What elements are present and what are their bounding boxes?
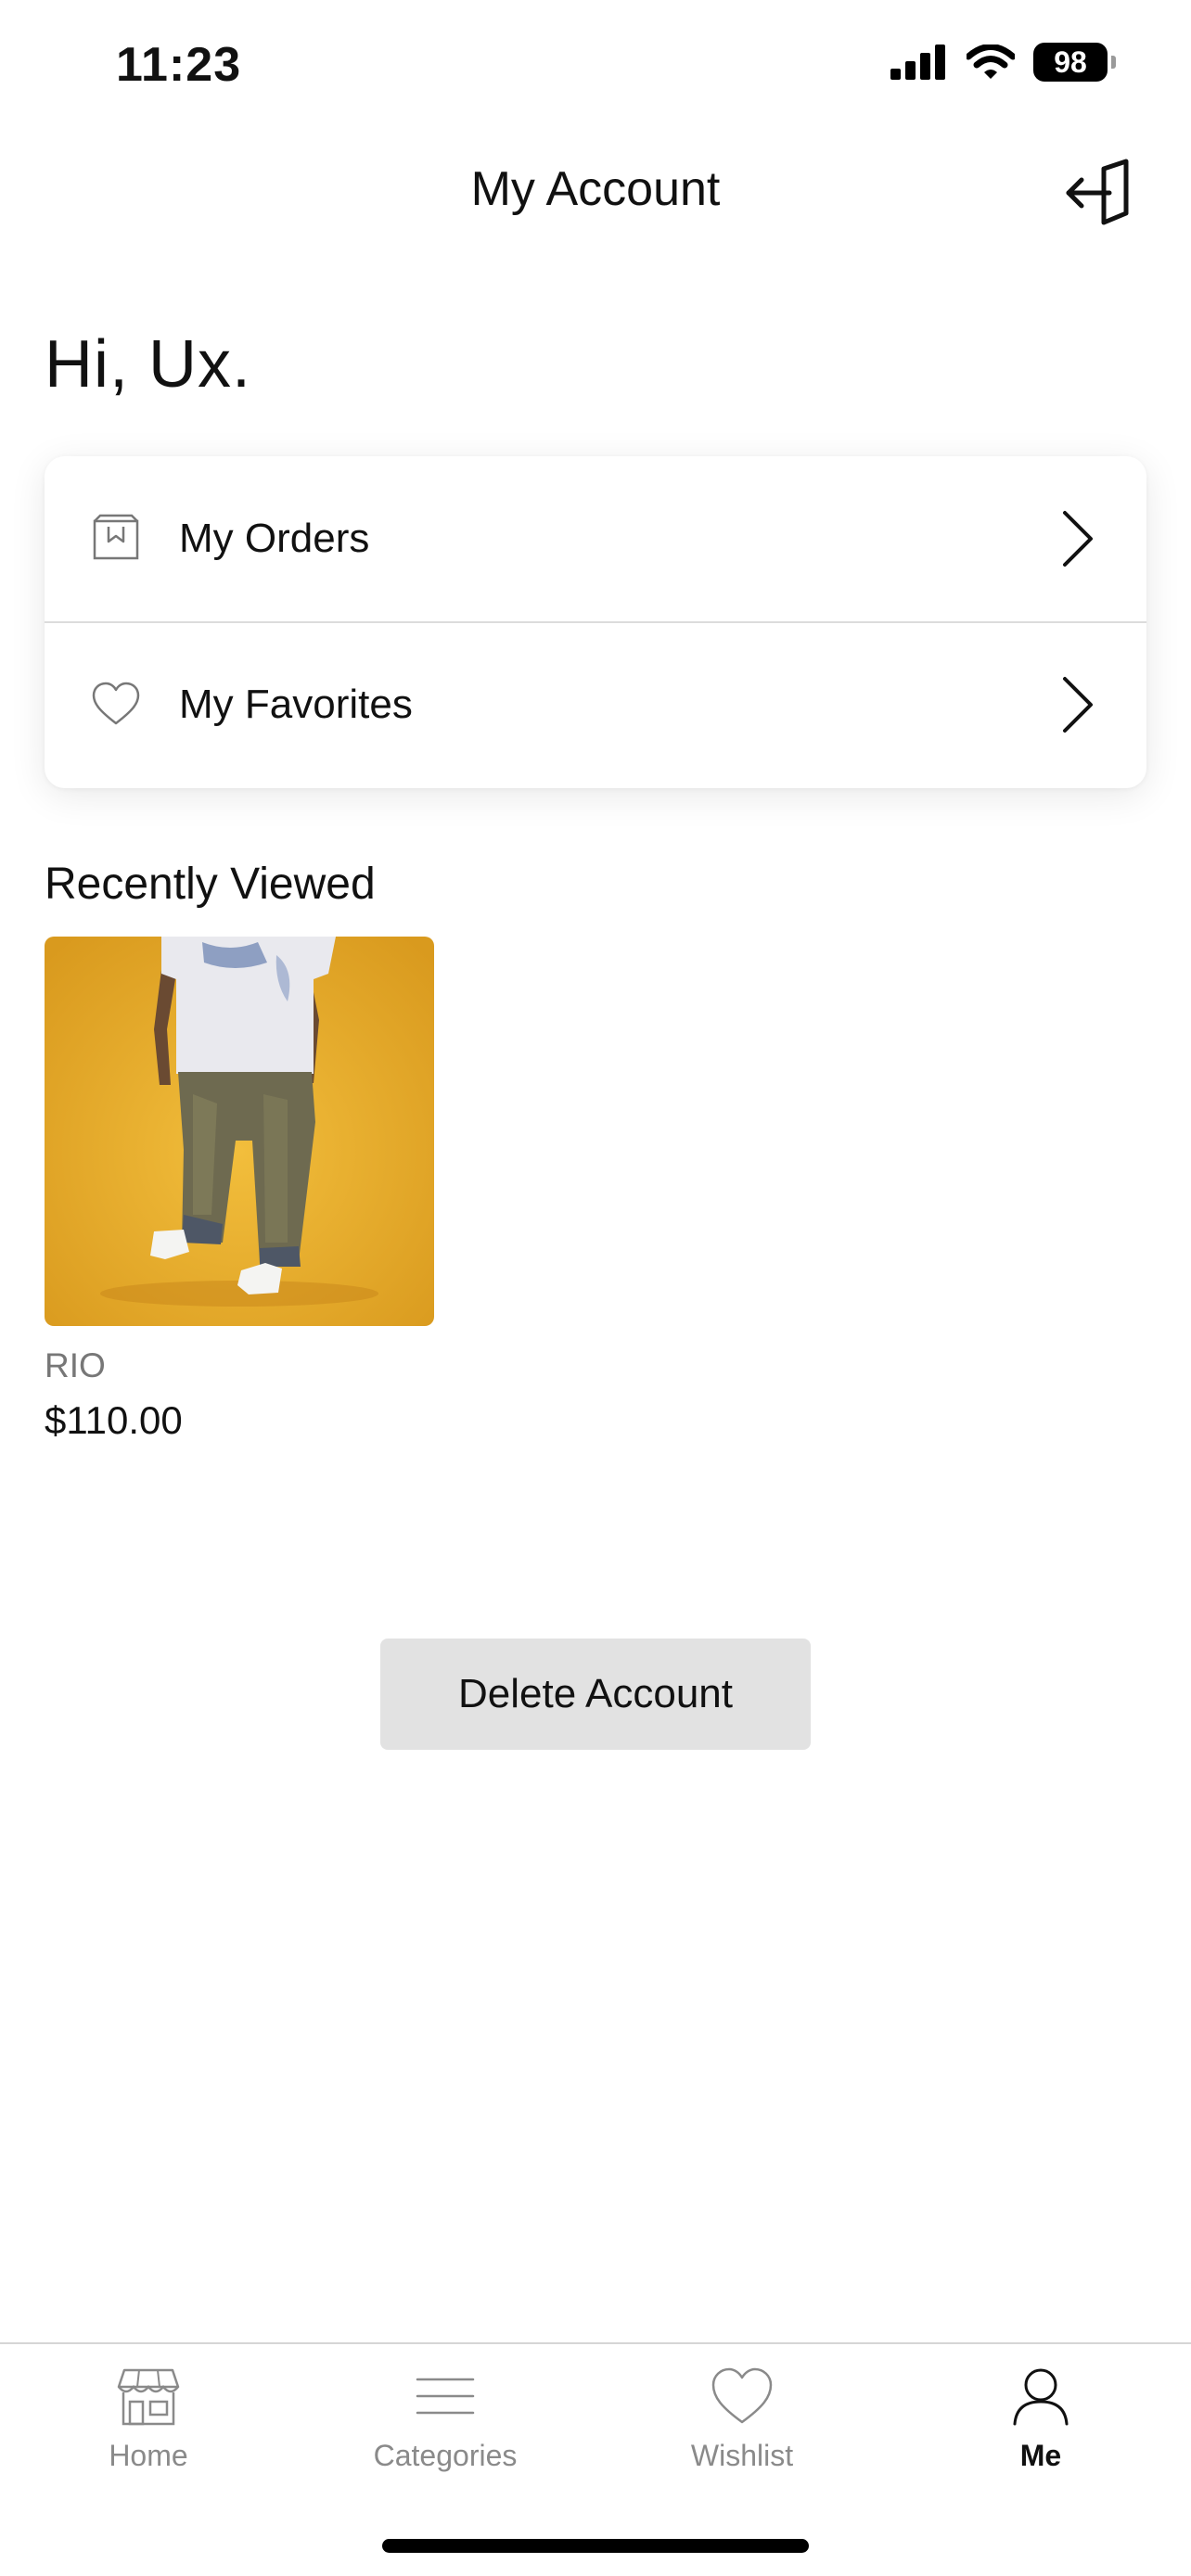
recently-viewed-title: Recently Viewed [45, 860, 376, 909]
menu-item-label: My Orders [179, 516, 370, 561]
tab-label: Home [109, 2439, 188, 2472]
product-price: $110.00 [45, 1398, 183, 1442]
status-bar: 11:23 98 [0, 0, 1191, 130]
logout-icon [1066, 159, 1129, 225]
store-icon [117, 2368, 180, 2426]
menu-item-my-orders[interactable]: My Orders [45, 456, 1146, 621]
heart-icon [92, 682, 140, 725]
tab-me[interactable]: Me [939, 2365, 1143, 2504]
menu-item-my-favorites[interactable]: My Favorites [45, 621, 1146, 786]
product-image[interactable] [45, 937, 434, 1326]
tab-label: Wishlist [690, 2439, 794, 2472]
heart-icon [711, 2367, 773, 2424]
chevron-right-icon [1063, 511, 1093, 567]
page-title: My Account [470, 162, 721, 216]
nav-header: My Account [0, 139, 1191, 241]
status-time: 11:23 [116, 38, 242, 92]
battery-indicator: 98 [1033, 43, 1116, 82]
tab-label: Categories [373, 2439, 518, 2472]
cellular-signal-icon [890, 45, 945, 80]
menu-item-label: My Favorites [179, 682, 413, 727]
account-menu-card: My Orders My Favorites [45, 456, 1146, 788]
status-icons: 98 [890, 43, 1116, 82]
tab-label: Me [1019, 2439, 1062, 2472]
product-brand: RIO [45, 1346, 106, 1384]
home-indicator [382, 2539, 809, 2553]
account-screen: 11:23 98 My Account Hi, Ux. My Orders My… [0, 0, 1191, 2576]
greeting-text: Hi, Ux. [45, 327, 251, 402]
orders-bag-icon [93, 514, 139, 560]
menu-lines-icon [416, 2378, 475, 2415]
logout-button[interactable] [1063, 156, 1137, 230]
chevron-right-icon [1063, 677, 1093, 733]
tab-categories[interactable]: Categories [343, 2365, 547, 2504]
wifi-icon [967, 45, 1015, 79]
person-icon [1013, 2368, 1069, 2426]
tab-home[interactable]: Home [46, 2365, 250, 2504]
delete-account-button[interactable]: Delete Account [380, 1639, 811, 1750]
tab-wishlist[interactable]: Wishlist [640, 2365, 844, 2504]
product-card[interactable]: RIO $110.00 [45, 937, 434, 1443]
